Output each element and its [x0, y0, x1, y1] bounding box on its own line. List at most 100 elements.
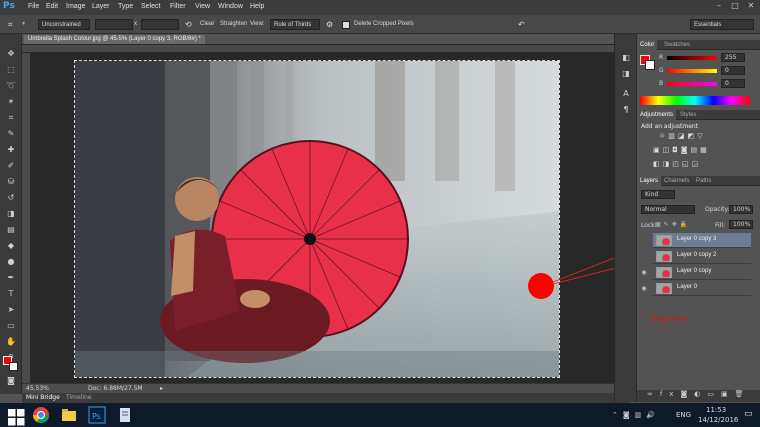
- shape-icon[interactable]: ▭: [4, 320, 18, 332]
- crop-icon[interactable]: ⌗: [4, 112, 18, 124]
- eyedropper-icon[interactable]: ✎: [4, 128, 18, 140]
- layer-filter-kind[interactable]: Kind: [641, 190, 675, 199]
- menu-type[interactable]: Type: [118, 3, 133, 10]
- layer-row[interactable]: Layer 0 copy 2: [653, 249, 751, 264]
- chevron-down-icon[interactable]: ▾: [22, 19, 25, 30]
- paragraph-icon[interactable]: ¶: [619, 104, 633, 116]
- blend-mode-select[interactable]: Normal: [641, 205, 695, 214]
- pen-icon[interactable]: ✒: [4, 272, 18, 284]
- clone-stamp-icon[interactable]: ⛁: [4, 176, 18, 188]
- menu-filter[interactable]: Filter: [170, 3, 186, 10]
- tab-paths[interactable]: Paths: [693, 176, 714, 186]
- close-icon[interactable]: ✕: [744, 1, 758, 13]
- menu-edit[interactable]: Edit: [46, 3, 58, 10]
- g-input[interactable]: 0: [721, 66, 745, 75]
- tab-channels[interactable]: Channels: [661, 176, 692, 186]
- tab-adjustments[interactable]: Adjustments: [637, 110, 677, 120]
- lasso-tool-icon[interactable]: ➰: [4, 80, 18, 92]
- tab-styles[interactable]: Styles: [677, 110, 699, 120]
- clock-date[interactable]: 14/12/2016: [698, 416, 738, 424]
- eraser-icon[interactable]: ◨: [4, 208, 18, 220]
- character-icon[interactable]: A: [619, 88, 633, 100]
- menu-help[interactable]: Help: [250, 3, 264, 10]
- eye-icon[interactable]: ◉: [637, 281, 651, 296]
- gear-icon[interactable]: ⚙: [326, 19, 333, 30]
- history-brush-icon[interactable]: ↺: [4, 192, 18, 204]
- tab-swatches[interactable]: Swatches: [661, 40, 693, 50]
- maximize-icon[interactable]: □: [728, 1, 742, 13]
- status-menu-icon[interactable]: ▸: [160, 385, 163, 392]
- layer-row[interactable]: Layer 0 copy 3: [653, 233, 751, 248]
- reset-icon[interactable]: ↶: [518, 19, 525, 30]
- visibility-empty[interactable]: [637, 249, 651, 264]
- eye-icon[interactable]: ◉: [637, 265, 651, 280]
- view-select[interactable]: Rule of Thirds: [270, 19, 320, 30]
- zoom-level[interactable]: 45.53%: [26, 385, 49, 392]
- tab-layers[interactable]: Layers: [637, 176, 662, 186]
- quick-mask-icon[interactable]: ◙: [4, 375, 18, 387]
- r-slider[interactable]: [667, 56, 717, 60]
- r-input[interactable]: 255: [721, 53, 745, 62]
- swap-icon[interactable]: ⟲: [185, 19, 192, 30]
- menu-file[interactable]: File: [28, 3, 39, 10]
- tab-timeline[interactable]: Timeline: [66, 394, 92, 401]
- panel-icon-strip: ◧ ◨ A ¶: [614, 34, 636, 402]
- notepad-icon[interactable]: [116, 406, 134, 424]
- layers-footer-icons[interactable]: ∞fx◙◐▭▣🗑: [637, 390, 760, 402]
- marquee-tool-icon[interactable]: ⬚: [4, 64, 18, 76]
- clock-time[interactable]: 11:53: [706, 406, 726, 414]
- lock-icons[interactable]: ▦✎✥🔒: [655, 221, 690, 228]
- photoshop-taskbar-icon[interactable]: Ps: [88, 406, 106, 424]
- straighten-button[interactable]: Straighten: [220, 19, 247, 30]
- background-color-swatch[interactable]: [9, 362, 18, 371]
- visibility-empty[interactable]: [637, 233, 651, 248]
- menu-select[interactable]: Select: [141, 3, 160, 10]
- windows-start-icon[interactable]: [8, 409, 26, 427]
- crop-tool-icon[interactable]: ⌗: [8, 19, 13, 30]
- adjustment-icons-row1[interactable]: ☼▥◪◩▽: [659, 132, 749, 141]
- tab-color[interactable]: Color: [637, 40, 658, 50]
- b-slider[interactable]: [667, 82, 717, 86]
- menu-view[interactable]: View: [195, 3, 210, 10]
- brush-icon[interactable]: ✐: [4, 160, 18, 172]
- workspace-select[interactable]: Essentials: [690, 19, 754, 30]
- windows-taskbar: Ps ⌃◙▥🔊 ENG 11:53 14/12/2016 ▭: [0, 403, 760, 427]
- menu-image[interactable]: Image: [66, 3, 85, 10]
- blur-icon[interactable]: ◆: [4, 240, 18, 252]
- minimize-icon[interactable]: –: [712, 1, 726, 13]
- properties-icon[interactable]: ◨: [619, 68, 633, 80]
- type-tool-icon[interactable]: T: [4, 288, 18, 300]
- move-tool-icon[interactable]: ✥: [4, 48, 18, 60]
- adjustment-icons-row2[interactable]: ▣◫◘◙▤▦: [653, 146, 753, 155]
- notifications-icon[interactable]: ▭: [744, 409, 753, 419]
- file-explorer-icon[interactable]: [60, 406, 78, 424]
- tray-icons[interactable]: ⌃◙▥🔊: [612, 411, 660, 419]
- g-slider[interactable]: [667, 69, 717, 73]
- delete-cropped-checkbox[interactable]: [342, 21, 350, 29]
- gradient-icon[interactable]: ▤: [4, 224, 18, 236]
- clear-button[interactable]: Clear: [200, 19, 214, 30]
- ratio-select[interactable]: Unconstrained: [38, 19, 90, 30]
- healing-brush-icon[interactable]: ✚: [4, 144, 18, 156]
- color-spectrum[interactable]: [640, 96, 750, 105]
- fill-input[interactable]: 100%: [729, 220, 753, 229]
- layer-row[interactable]: Layer 0 copy: [653, 265, 751, 280]
- width-input[interactable]: [95, 19, 133, 30]
- magic-wand-icon[interactable]: ✶: [4, 96, 18, 108]
- hand-icon[interactable]: ✋: [4, 336, 18, 348]
- document-image[interactable]: [74, 60, 560, 378]
- dodge-icon[interactable]: ●: [4, 256, 18, 268]
- b-input[interactable]: 0: [721, 79, 745, 88]
- layer-row[interactable]: Layer 0: [653, 281, 751, 296]
- height-input[interactable]: [141, 19, 179, 30]
- opacity-input[interactable]: 100%: [729, 205, 753, 214]
- tab-mini-bridge[interactable]: Mini Bridge: [26, 394, 60, 401]
- path-selection-icon[interactable]: ➤: [4, 304, 18, 316]
- adjustment-icons-row3[interactable]: ◧◨◰◱◲: [653, 160, 743, 169]
- language-indicator[interactable]: ENG: [676, 411, 691, 419]
- menu-window[interactable]: Window: [218, 3, 243, 10]
- chrome-icon[interactable]: [32, 406, 50, 424]
- menu-layer[interactable]: Layer: [92, 3, 110, 10]
- history-icon[interactable]: ◧: [619, 52, 633, 64]
- color-bg-swatch[interactable]: [645, 60, 655, 70]
